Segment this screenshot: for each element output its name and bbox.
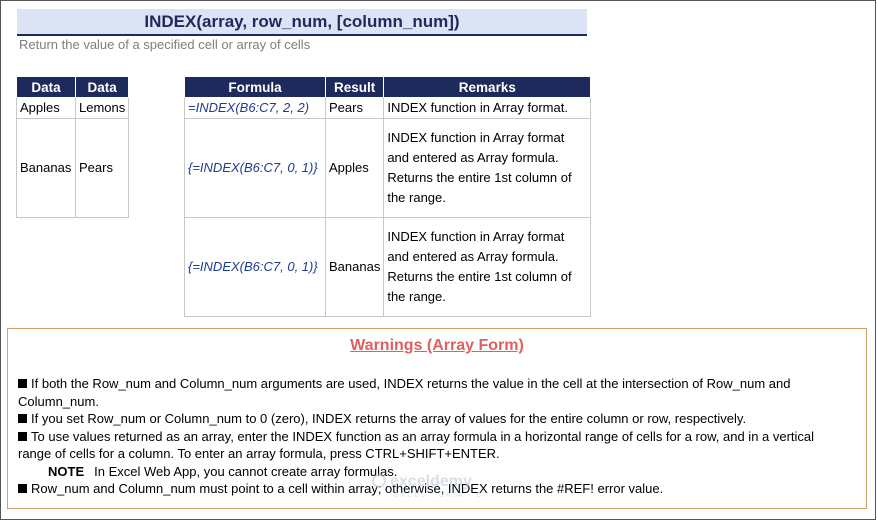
table-row: Apples Lemons — [16, 97, 130, 119]
note-text: In Excel Web App, you cannot create arra… — [94, 463, 398, 479]
warning-text: To use values returned as an array, ente… — [18, 428, 815, 462]
formula-cell[interactable]: {=INDEX(B6:C7, 0, 1)} — [184, 217, 326, 317]
note-label: NOTE — [48, 463, 85, 479]
data-cell[interactable]: Lemons — [74, 97, 130, 119]
formula-table: Formula Result Remarks =INDEX(B6:C7, 2, … — [184, 76, 592, 317]
watermark-tagline: EXCEL · DATA · BI — [394, 492, 487, 499]
bullet-square-icon — [18, 379, 27, 388]
result-cell[interactable]: Pears — [324, 97, 385, 119]
table-row: {=INDEX(B6:C7, 0, 1)} Bananas INDEX func… — [184, 217, 592, 317]
warnings-title: Warnings (Array Form) — [350, 337, 524, 354]
formula-cell[interactable]: {=INDEX(B6:C7, 0, 1)} — [184, 118, 326, 218]
warning-text: Row_num and Column_num must point to a c… — [31, 481, 664, 496]
formula-cell[interactable]: =INDEX(B6:C7, 2, 2) — [184, 97, 326, 119]
result-header: Result — [324, 76, 385, 98]
data-header-2: Data — [74, 76, 130, 98]
table-row: =INDEX(B6:C7, 2, 2) Pears INDEX function… — [184, 97, 592, 119]
watermark-logo: exceldemy EXCEL · DATA · BI — [372, 474, 487, 503]
table-row: Bananas Pears — [16, 118, 130, 218]
data-cell[interactable]: Bananas — [16, 118, 76, 218]
warning-item: If you set Row_num or Column_num to 0 (z… — [18, 410, 848, 428]
warning-item: If both the Row_num and Column_num argum… — [18, 375, 848, 410]
page-subtitle: Return the value of a specified cell or … — [19, 37, 311, 52]
bullet-square-icon — [18, 414, 27, 423]
logo-icon — [372, 474, 386, 488]
result-cell[interactable]: Bananas — [324, 217, 385, 317]
page-title: INDEX(array, row_num, [column_num]) — [17, 9, 587, 36]
remarks-header: Remarks — [383, 76, 592, 98]
data-cell[interactable]: Pears — [74, 118, 130, 218]
watermark-name: exceldemy — [390, 473, 472, 490]
result-cell[interactable]: Apples — [324, 118, 385, 218]
bullet-square-icon — [18, 484, 27, 493]
formula-header: Formula — [184, 76, 326, 98]
remarks-cell[interactable]: INDEX function in Array format. — [383, 97, 592, 119]
data-cell[interactable]: Apples — [16, 97, 76, 119]
table-row: {=INDEX(B6:C7, 0, 1)} Apples INDEX funct… — [184, 118, 592, 218]
warning-text: If both the Row_num and Column_num argum… — [18, 376, 791, 409]
data-header-1: Data — [16, 76, 76, 98]
remarks-cell[interactable]: INDEX function in Array format and enter… — [383, 118, 592, 218]
data-table: Data Data Apples Lemons Bananas Pears — [16, 76, 130, 218]
remarks-cell[interactable]: INDEX function in Array format and enter… — [383, 217, 592, 317]
bullet-square-icon — [18, 431, 27, 441]
warning-text: If you set Row_num or Column_num to 0 (z… — [31, 411, 747, 426]
warning-item: To use values returned as an array, ente… — [18, 428, 848, 463]
